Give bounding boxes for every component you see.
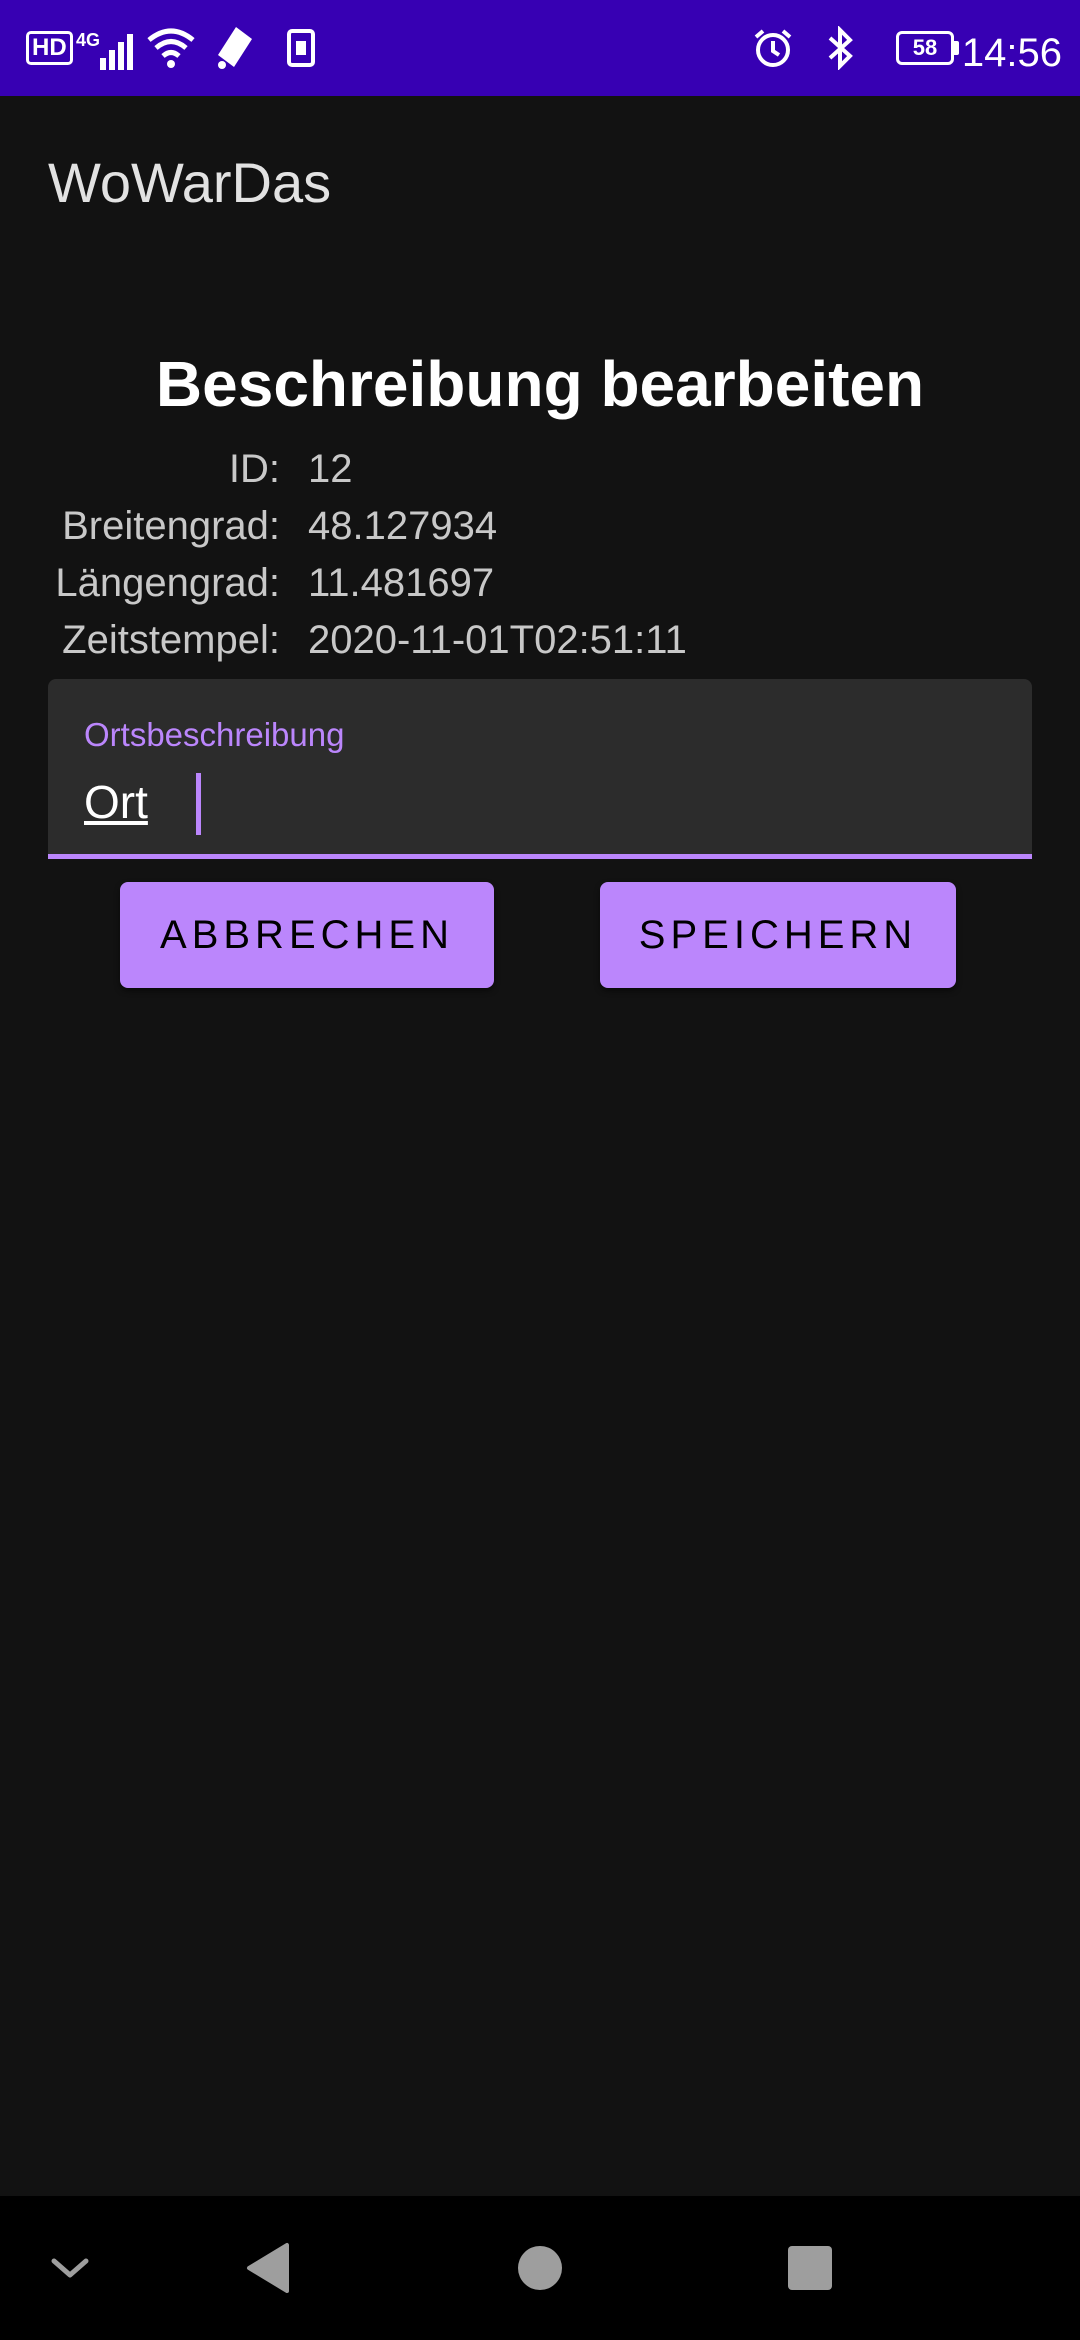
- timestamp-value: 2020-11-01T02:51:11: [308, 618, 687, 662]
- location-icon: [214, 0, 254, 96]
- app-title: WoWarDas: [48, 151, 332, 214]
- info-row-latitude: Breitengrad: 48.127934: [0, 498, 1080, 554]
- id-label: ID:: [228, 447, 280, 491]
- battery-icon: 58: [896, 0, 959, 96]
- battery-level: 58: [912, 35, 938, 60]
- hd-label: HD: [26, 31, 73, 65]
- text-cursor: [196, 773, 201, 835]
- save-button[interactable]: SPEICHERN: [600, 882, 956, 988]
- description-input[interactable]: [80, 767, 988, 837]
- longitude-value: 11.481697: [308, 561, 495, 605]
- info-row-longitude: Längengrad: 11.481697: [0, 555, 1080, 611]
- navigation-bar: [0, 2196, 1080, 2340]
- status-bar: HD 4G 58 14:56: [0, 0, 1080, 96]
- description-field[interactable]: Ortsbeschreibung: [48, 679, 1032, 859]
- description-field-label: Ortsbeschreibung: [84, 716, 345, 753]
- latitude-label: Breitengrad:: [62, 504, 280, 548]
- wifi-icon: [146, 0, 196, 96]
- longitude-label: Längengrad:: [55, 561, 280, 605]
- cancel-button[interactable]: ABBRECHEN: [120, 882, 494, 988]
- bluetooth-icon: [826, 0, 856, 96]
- back-icon[interactable]: [226, 2196, 310, 2340]
- status-time: 14:56: [961, 30, 1062, 75]
- info-row-id: ID: 12: [0, 441, 1080, 497]
- screen: HD 4G 58 14:56 WoWarDas Beschreibung bea…: [0, 0, 1080, 2340]
- info-row-timestamp: Zeitstempel: 2020-11-01T02:51:11: [0, 612, 1080, 668]
- home-icon[interactable]: [500, 2196, 580, 2340]
- sim-icon: [286, 0, 316, 96]
- alarm-icon: [752, 0, 794, 96]
- id-value: 12: [308, 447, 353, 491]
- hd-icon: HD: [26, 0, 73, 96]
- latitude-value: 48.127934: [308, 504, 498, 548]
- chevron-down-icon[interactable]: [30, 2196, 110, 2340]
- page-title: Beschreibung bearbeiten: [155, 348, 925, 420]
- recents-icon[interactable]: [770, 2196, 850, 2340]
- signal-icon: 4G: [76, 0, 138, 96]
- timestamp-label: Zeitstempel:: [62, 618, 280, 662]
- network-label: 4G: [76, 30, 101, 50]
